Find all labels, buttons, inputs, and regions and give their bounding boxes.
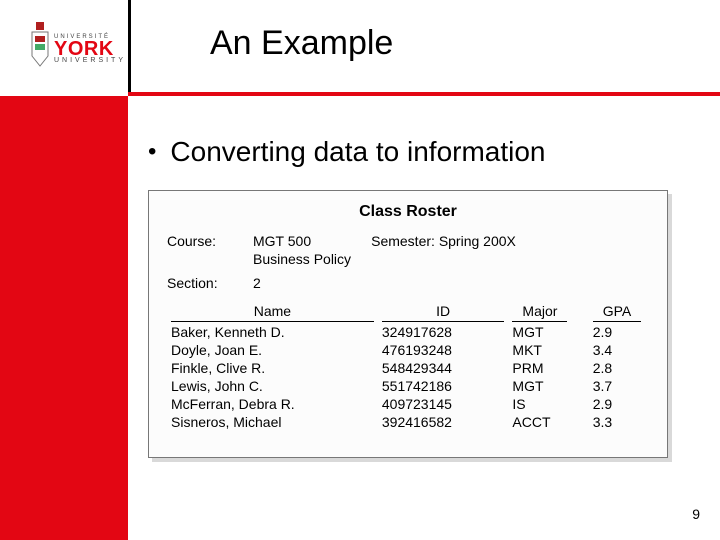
vertical-divider xyxy=(128,0,131,92)
cell-id: 548429344 xyxy=(378,359,509,377)
semester-value: Spring 200X xyxy=(439,233,516,249)
cell-id: 409723145 xyxy=(378,395,509,413)
cell-gpa: 3.4 xyxy=(589,341,649,359)
bullet-text: Converting data to information xyxy=(170,136,545,168)
course-code: MGT 500 xyxy=(253,233,311,249)
table-row: Baker, Kenneth D. 324917628 MGT 2.9 xyxy=(167,323,649,341)
cell-major: MGT xyxy=(508,323,588,341)
cell-gpa: 2.9 xyxy=(589,323,649,341)
cell-id: 551742186 xyxy=(378,377,509,395)
section-value: 2 xyxy=(253,275,261,291)
section-label: Section: xyxy=(167,275,253,291)
logo-name-york: YORK xyxy=(54,40,126,58)
col-header-id: ID xyxy=(382,303,505,322)
cell-major: IS xyxy=(508,395,588,413)
left-red-band xyxy=(0,96,128,540)
table-row: Lewis, John C. 551742186 MGT 3.7 xyxy=(167,377,649,395)
table-row: Finkle, Clive R. 548429344 PRM 2.8 xyxy=(167,359,649,377)
cell-gpa: 3.7 xyxy=(589,377,649,395)
crest-icon xyxy=(30,22,50,76)
table-row: Doyle, Joan E. 476193248 MKT 3.4 xyxy=(167,341,649,359)
cell-name: Baker, Kenneth D. xyxy=(167,323,378,341)
cell-name: Sisneros, Michael xyxy=(167,413,378,431)
logo-line-university: UNIVERSITY xyxy=(54,57,126,64)
slide: UNIVERSITÉ YORK UNIVERSITY An Example • … xyxy=(0,0,720,540)
cell-id: 392416582 xyxy=(378,413,509,431)
col-header-gpa: GPA xyxy=(593,303,642,322)
col-header-major: Major xyxy=(512,303,567,322)
semester-label: Semester: xyxy=(371,233,435,249)
cell-name: Finkle, Clive R. xyxy=(167,359,378,377)
figure-meta: Course: MGT 500 Semester: Spring 200X Bu… xyxy=(167,233,649,291)
cell-id: 324917628 xyxy=(378,323,509,341)
cell-name: Lewis, John C. xyxy=(167,377,378,395)
cell-major: PRM xyxy=(508,359,588,377)
slide-title: An Example xyxy=(210,24,393,63)
york-logo: UNIVERSITÉ YORK UNIVERSITY xyxy=(30,10,128,88)
cell-major: ACCT xyxy=(508,413,588,431)
cell-major: MKT xyxy=(508,341,588,359)
bullet-line: • Converting data to information xyxy=(148,136,546,168)
class-roster-figure: Class Roster Course: MGT 500 Semester: S… xyxy=(148,190,668,458)
table-header-row: Name ID Major GPA xyxy=(167,301,649,323)
cell-major: MGT xyxy=(508,377,588,395)
page-number: 9 xyxy=(692,506,700,522)
bullet-icon: • xyxy=(148,140,156,164)
figure-title: Class Roster xyxy=(167,203,649,221)
cell-gpa: 3.3 xyxy=(589,413,649,431)
cell-name: McFerran, Debra R. xyxy=(167,395,378,413)
table-row: Sisneros, Michael 392416582 ACCT 3.3 xyxy=(167,413,649,431)
col-header-name: Name xyxy=(171,303,374,322)
cell-id: 476193248 xyxy=(378,341,509,359)
cell-gpa: 2.8 xyxy=(589,359,649,377)
cell-name: Doyle, Joan E. xyxy=(167,341,378,359)
horizontal-rule-red xyxy=(128,92,720,96)
course-label: Course: xyxy=(167,233,253,249)
table-row: McFerran, Debra R. 409723145 IS 2.9 xyxy=(167,395,649,413)
course-name: Business Policy xyxy=(253,251,351,267)
cell-gpa: 2.9 xyxy=(589,395,649,413)
roster-table: Name ID Major GPA Baker, Kenneth D. 3249… xyxy=(167,301,649,431)
